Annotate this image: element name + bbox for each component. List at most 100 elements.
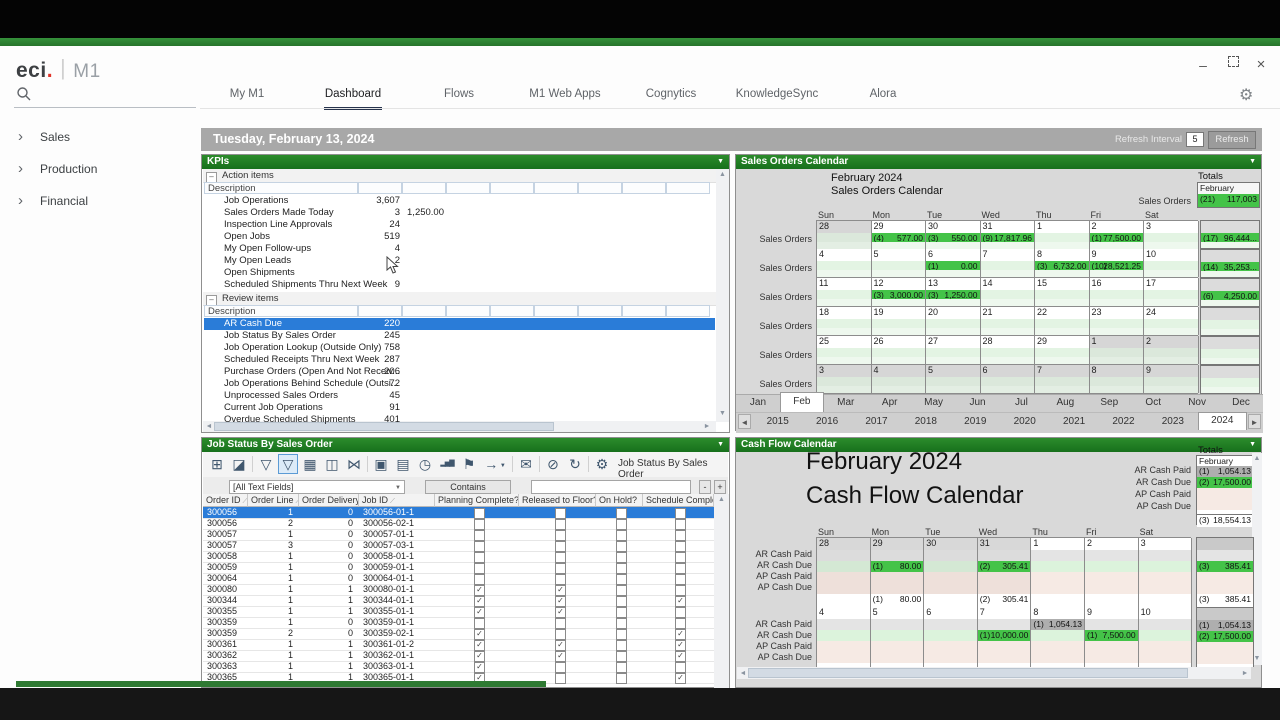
year-tab-2017[interactable]: 2017 xyxy=(852,414,901,430)
calendar-day-cell[interactable]: 18 xyxy=(817,307,872,335)
stop-icon[interactable]: ⊘ xyxy=(543,454,563,474)
add-filter-button[interactable]: + xyxy=(714,480,726,494)
kpi-row[interactable]: Inspection Line Approvals24 xyxy=(204,219,715,231)
refresh-button[interactable]: Refresh xyxy=(1208,131,1256,149)
tab-alora[interactable]: Alora xyxy=(830,82,936,108)
calendar-day-cell[interactable]: 2 xyxy=(1144,336,1199,364)
map-view-icon[interactable]: ⚑ xyxy=(459,454,479,474)
kpi-row[interactable]: Scheduled Receipts Thru Next Week287 xyxy=(204,354,715,366)
calendar-day-cell[interactable]: 4 xyxy=(817,607,871,667)
scroll-right-icon[interactable]: ► xyxy=(1241,670,1249,677)
month-tab-mar[interactable]: Mar xyxy=(824,394,868,412)
calendar-day-cell[interactable]: 30(3)550.00 xyxy=(926,221,981,249)
month-tab-aug[interactable]: Aug xyxy=(1043,394,1087,412)
calendar-day-cell[interactable]: 5 xyxy=(871,607,925,667)
search-icon[interactable] xyxy=(16,86,32,102)
job-column-header-8[interactable]: Schedule Complet xyxy=(643,494,714,507)
calendar-day-cell[interactable]: 3 xyxy=(1144,221,1199,249)
job-column-header-3[interactable]: Order Delivery ⟋ xyxy=(299,494,359,507)
settings-gear-icon[interactable]: ⚙ xyxy=(1239,85,1253,105)
job-column-header-5[interactable]: Planning Complete? xyxy=(435,494,519,507)
calendar-day-cell[interactable]: 15 xyxy=(1035,278,1090,306)
calendar-day-cell[interactable]: 7(1)10,000.00 xyxy=(978,607,1032,667)
kpis-panel-header[interactable]: KPIs▼ xyxy=(202,155,729,169)
calendar-day-cell[interactable]: 9(10)28,521.25 xyxy=(1090,249,1145,277)
year-tab-2021[interactable]: 2021 xyxy=(1049,414,1098,430)
relations-icon[interactable]: ⋈ xyxy=(344,454,364,474)
kpi-row[interactable]: Overdue Scheduled Shipments401 xyxy=(204,414,715,426)
remove-filter-button[interactable]: - xyxy=(699,480,711,494)
year-tab-2022[interactable]: 2022 xyxy=(1099,414,1148,430)
calendar-day-cell[interactable]: 28 xyxy=(817,221,872,249)
filter-field-select[interactable]: [All Text Fields]▼ xyxy=(229,480,405,494)
schedule-view-icon[interactable]: ▤ xyxy=(393,454,413,474)
scroll-down-icon[interactable]: ▼ xyxy=(717,410,728,417)
grid-view-icon[interactable]: ▦ xyxy=(300,454,320,474)
tab-cognytics[interactable]: Cognytics xyxy=(618,82,724,108)
calendar-day-cell[interactable]: 7 xyxy=(981,249,1036,277)
calendar-day-cell[interactable]: 5 xyxy=(926,365,981,393)
calendar-day-cell[interactable]: 1 xyxy=(1090,336,1145,364)
collapse-caret-icon[interactable]: ▼ xyxy=(717,438,724,452)
job-column-header-4[interactable]: Job ID ⟋ xyxy=(359,494,435,507)
calendar-day-cell[interactable]: 29(4)577.00 xyxy=(872,221,927,249)
search-input[interactable] xyxy=(14,107,196,108)
filter-operator-button[interactable]: Contains xyxy=(425,480,511,494)
month-tab-jun[interactable]: Jun xyxy=(956,394,1000,412)
month-tab-dec[interactable]: Dec xyxy=(1219,394,1263,412)
calendar-day-cell[interactable]: 1 xyxy=(1035,221,1090,249)
kpi-row[interactable]: Job Operations3,607 xyxy=(204,195,715,207)
calendar-day-cell[interactable]: 21 xyxy=(981,307,1036,335)
checkbox-released-to-floor[interactable] xyxy=(555,673,566,684)
kpi-row[interactable]: Current Job Operations91 xyxy=(204,402,715,414)
calendar-day-cell[interactable]: 29 xyxy=(1035,336,1090,364)
calendar-day-cell[interactable]: 22 xyxy=(1035,307,1090,335)
checkbox-schedule-complete-checked[interactable]: ✓ xyxy=(675,673,686,684)
calendar-day-cell[interactable]: 2(1)77,500.00 xyxy=(1090,221,1145,249)
calendar-day-cell[interactable]: 3 xyxy=(1139,538,1193,607)
calendar-day-cell[interactable]: 28 xyxy=(817,538,871,607)
calendar-day-cell[interactable]: 27 xyxy=(926,336,981,364)
scroll-up-icon[interactable]: ▲ xyxy=(716,496,727,503)
job-status-panel-header[interactable]: Job Status By Sales Order▼ xyxy=(202,438,729,452)
calendar-day-cell[interactable]: 7 xyxy=(1035,365,1090,393)
month-tab-nov[interactable]: Nov xyxy=(1175,394,1219,412)
select-caret-icon[interactable]: ▼ xyxy=(395,482,401,494)
time-view-icon[interactable]: ◷ xyxy=(415,454,435,474)
collapse-caret-icon[interactable]: ▼ xyxy=(1249,155,1256,169)
job-column-header-2[interactable]: Order Line ⟋ xyxy=(248,494,299,507)
calendar-day-cell[interactable]: 9(1)7,500.00 xyxy=(1085,607,1139,667)
calendar-day-cell[interactable]: 23 xyxy=(1090,307,1145,335)
calendar-day-cell[interactable]: 14 xyxy=(981,278,1036,306)
filter-value-input[interactable] xyxy=(531,480,691,494)
month-tab-jul[interactable]: Jul xyxy=(1000,394,1044,412)
export-icon[interactable]: → ▼ xyxy=(481,454,509,474)
calendar-day-cell[interactable]: 6 xyxy=(924,607,978,667)
refresh-icon[interactable]: ↻ xyxy=(565,454,585,474)
calendar-day-cell[interactable]: 5 xyxy=(872,249,927,277)
job-vertical-scrollbar[interactable] xyxy=(714,494,729,688)
sidebar-item-sales[interactable]: ›Sales xyxy=(0,126,200,150)
tab-flows[interactable]: Flows xyxy=(406,82,512,108)
calendar-day-cell[interactable]: 25 xyxy=(817,336,872,364)
kpi-row[interactable]: Scheduled Shipments Thru Next Week9 xyxy=(204,279,715,291)
tab-dashboard[interactable]: Dashboard xyxy=(300,82,406,108)
year-next-icon[interactable]: ► xyxy=(1248,414,1261,429)
kpi-row[interactable]: Unprocessed Sales Orders45 xyxy=(204,390,715,402)
calendar-day-cell[interactable]: 6(1)0.00 xyxy=(926,249,981,277)
calendar-day-cell[interactable]: 10 xyxy=(1139,607,1193,667)
dropdown-caret-icon[interactable]: ▼ xyxy=(498,463,506,469)
month-tab-may[interactable]: May xyxy=(912,394,956,412)
calendar-day-cell[interactable]: 6 xyxy=(981,365,1036,393)
scroll-thumb[interactable] xyxy=(748,668,1188,678)
calendar-day-cell[interactable]: 12(3)3,000.00 xyxy=(872,278,927,306)
calendar-day-cell[interactable]: 4 xyxy=(872,365,927,393)
calendar-day-cell[interactable]: 16 xyxy=(1090,278,1145,306)
kpi-row[interactable]: Sales Orders Made Today31,250.00 xyxy=(204,207,715,219)
scroll-left-icon[interactable]: ◄ xyxy=(739,670,747,677)
calendar-day-cell[interactable]: 8(1)1,054.13 xyxy=(1031,607,1085,667)
scroll-up-icon[interactable]: ▲ xyxy=(1253,455,1261,462)
quick-filter-icon[interactable]: ▽ xyxy=(278,454,298,474)
calendar-day-cell[interactable]: 13(3)1,250.00 xyxy=(926,278,981,306)
month-tab-sep[interactable]: Sep xyxy=(1087,394,1131,412)
